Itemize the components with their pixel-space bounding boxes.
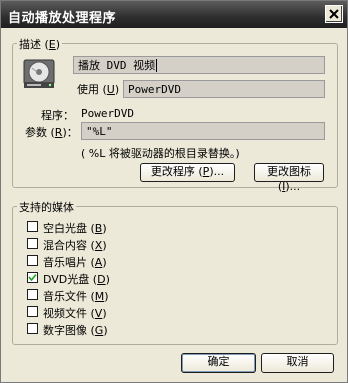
supported-media-legend: 支持的媒体	[17, 199, 76, 215]
checkbox[interactable]	[27, 306, 38, 317]
dvd-drive-icon	[22, 58, 58, 92]
checkbox[interactable]	[27, 272, 38, 283]
params-field[interactable]: "%L"	[81, 122, 325, 140]
use-label: 使用 (U)	[77, 83, 120, 96]
params-label: 参数 (R)：	[25, 126, 78, 139]
ok-button[interactable]: 确定	[181, 353, 256, 373]
program-value: PowerDVD	[81, 107, 134, 120]
checkbox[interactable]	[27, 238, 38, 249]
use-field[interactable]: PowerDVD	[123, 80, 325, 98]
window-title: 自动播放处理程序	[8, 11, 117, 26]
params-hint: ( %L 将被驱动器的根目录替换。)	[81, 147, 240, 160]
checkbox[interactable]	[27, 255, 38, 266]
checkbox[interactable]	[27, 221, 38, 232]
change-icon-button[interactable]: 更改图标 (I)...	[254, 163, 324, 193]
description-field[interactable]: 播放 DVD 视频	[73, 56, 325, 74]
checkbox[interactable]	[27, 323, 38, 334]
cancel-button[interactable]: 取消	[261, 353, 334, 373]
description-legend: 描述 (E)	[17, 36, 63, 52]
checkbox[interactable]	[27, 289, 38, 300]
change-program-button[interactable]: 更改程序 (P)...	[140, 163, 235, 182]
close-icon	[329, 9, 339, 19]
autoplay-handler-dialog: 自动播放处理程序 描述 (E) 播放 DVD 视频 使用 (U) PowerDV…	[0, 0, 348, 383]
program-label: 程序：	[41, 109, 74, 122]
check-icon	[28, 273, 37, 282]
close-button[interactable]	[325, 5, 343, 23]
title-bar[interactable]: 自动播放处理程序	[1, 1, 347, 28]
